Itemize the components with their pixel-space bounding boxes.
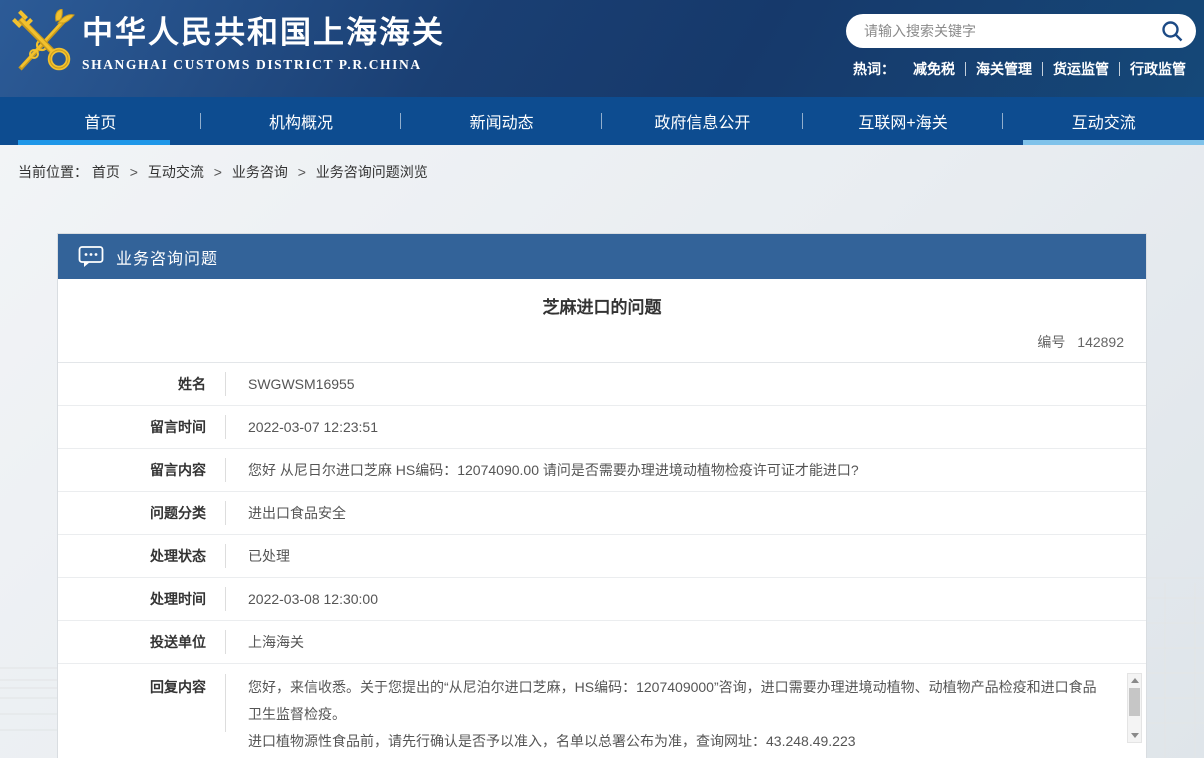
- row-label: 留言内容: [150, 462, 206, 478]
- scroll-up-arrow[interactable]: [1128, 674, 1141, 687]
- scroll-down-arrow[interactable]: [1128, 729, 1141, 742]
- nav-item-organization[interactable]: 机构概况: [201, 97, 402, 145]
- panel-title: 业务咨询问题: [116, 250, 219, 268]
- row-value: 2022-03-08 12:30:00: [248, 591, 378, 607]
- row-label: 回复内容: [150, 679, 206, 695]
- site-logo[interactable]: 中华人民共和国上海海关 SHANGHAI CUSTOMS DISTRICT P.…: [8, 9, 445, 81]
- nav-item-news[interactable]: 新闻动态: [401, 97, 602, 145]
- row-label: 处理状态: [150, 548, 206, 564]
- chat-bubble-icon: [78, 245, 104, 267]
- question-number: 编号 142892: [80, 332, 1124, 352]
- search-icon: [1162, 21, 1183, 42]
- breadcrumb-home[interactable]: 首页: [92, 164, 120, 180]
- breadcrumb-separator: >: [129, 164, 138, 180]
- site-title-chinese: 中华人民共和国上海海关: [82, 15, 445, 50]
- consultation-panel: 业务咨询问题 芝麻进口的问题 编号 142892 姓名 SWGWSM16955 …: [57, 233, 1147, 758]
- search-input[interactable]: [864, 23, 1160, 39]
- hot-words-label: 热词：: [853, 61, 895, 77]
- row-value: 2022-03-07 12:23:51: [248, 419, 378, 435]
- nav-item-label: 机构概况: [269, 115, 334, 132]
- row-value: 已处理: [248, 548, 290, 564]
- row-value: SWGWSM16955: [248, 376, 355, 392]
- table-row-category: 问题分类 进出口食品安全: [58, 492, 1146, 535]
- row-label: 姓名: [178, 376, 206, 392]
- nav-item-home[interactable]: 首页: [0, 97, 201, 145]
- breadcrumb-consultation[interactable]: 业务咨询: [232, 164, 288, 180]
- reply-content[interactable]: 您好，来信收悉。关于您提出的“从尼泊尔进口芝麻，HS编码：1207409000”…: [226, 674, 1146, 755]
- active-underline: [18, 140, 170, 145]
- nav-item-interaction[interactable]: 互动交流: [1003, 97, 1204, 145]
- table-row-process-time: 处理时间 2022-03-08 12:30:00: [58, 578, 1146, 621]
- table-row-message-time: 留言时间 2022-03-07 12:23:51: [58, 406, 1146, 449]
- question-number-label: 编号: [1037, 334, 1066, 350]
- search-box[interactable]: [846, 14, 1196, 48]
- customs-emblem-icon: [12, 9, 75, 71]
- nav-item-label: 互联网+海关: [858, 115, 948, 132]
- hot-word-link[interactable]: 减免税: [913, 59, 955, 79]
- row-value: 您好 从尼日尔进口芝麻 HS编码：12074090.00 请问是否需要办理进境动…: [248, 462, 859, 478]
- divider: [1042, 62, 1043, 76]
- hot-word-link[interactable]: 货运监管: [1053, 59, 1109, 79]
- table-row-status: 处理状态 已处理: [58, 535, 1146, 578]
- table-row-message-content: 留言内容 您好 从尼日尔进口芝麻 HS编码：12074090.00 请问是否需要…: [58, 449, 1146, 492]
- search-button[interactable]: [1160, 19, 1184, 43]
- section-underline: [1023, 140, 1204, 145]
- row-label: 处理时间: [150, 591, 206, 607]
- breadcrumb-current-page: 业务咨询问题浏览: [315, 164, 428, 180]
- nav-item-government-info[interactable]: 政府信息公开: [602, 97, 803, 145]
- divider: [1119, 62, 1120, 76]
- table-row-reply-content: 回复内容 您好，来信收悉。关于您提出的“从尼泊尔进口芝麻，HS编码：120740…: [58, 664, 1146, 758]
- row-value: 进出口食品安全: [248, 505, 346, 521]
- question-title-block: 芝麻进口的问题 编号 142892: [58, 279, 1146, 363]
- table-row-name: 姓名 SWGWSM16955: [58, 363, 1146, 406]
- row-value: 上海海关: [248, 634, 304, 650]
- question-number-value: 142892: [1077, 334, 1124, 350]
- question-title: 芝麻进口的问题: [542, 298, 662, 317]
- breadcrumb-prefix: 当前位置：: [18, 164, 88, 180]
- reply-scrollbar[interactable]: [1127, 673, 1142, 743]
- nav-item-label: 互动交流: [1071, 115, 1136, 132]
- row-label: 留言时间: [150, 419, 206, 435]
- row-label: 问题分类: [150, 505, 206, 521]
- main-nav: 首页 机构概况 新闻动态 政府信息公开 互联网+海关 互动交流: [0, 97, 1204, 145]
- table-row-handling-unit: 投送单位 上海海关: [58, 621, 1146, 664]
- breadcrumb-interaction[interactable]: 互动交流: [148, 164, 204, 180]
- panel-header: 业务咨询问题: [58, 234, 1146, 279]
- nav-item-label: 新闻动态: [469, 115, 534, 132]
- site-title-english: SHANGHAI CUSTOMS DISTRICT P.R.CHINA: [82, 57, 422, 72]
- breadcrumb-separator: >: [213, 164, 222, 180]
- nav-item-label: 政府信息公开: [654, 115, 751, 132]
- breadcrumb-separator: >: [297, 164, 306, 180]
- reply-line: 进口植物源性食品前，请先行确认是否予以准入，名单以总署公布为准，查询网址：43.…: [248, 733, 856, 749]
- top-banner: 中华人民共和国上海海关 SHANGHAI CUSTOMS DISTRICT P.…: [0, 0, 1204, 97]
- scrollbar-thumb[interactable]: [1129, 688, 1140, 716]
- breadcrumb: 当前位置： 首页 > 互动交流 > 业务咨询 > 业务咨询问题浏览: [0, 145, 1204, 182]
- divider: [965, 62, 966, 76]
- row-label: 投送单位: [150, 634, 206, 650]
- reply-line: 您好，来信收悉。关于您提出的“从尼泊尔进口芝麻，HS编码：1207409000”…: [248, 679, 1097, 722]
- hot-word-link[interactable]: 海关管理: [976, 59, 1032, 79]
- hot-words-bar: 热词： 减免税 海关管理 货运监管 行政监管: [846, 59, 1196, 79]
- nav-item-label: 首页: [84, 115, 117, 132]
- hot-word-link[interactable]: 行政监管: [1130, 59, 1186, 79]
- nav-item-internet-customs[interactable]: 互联网+海关: [803, 97, 1004, 145]
